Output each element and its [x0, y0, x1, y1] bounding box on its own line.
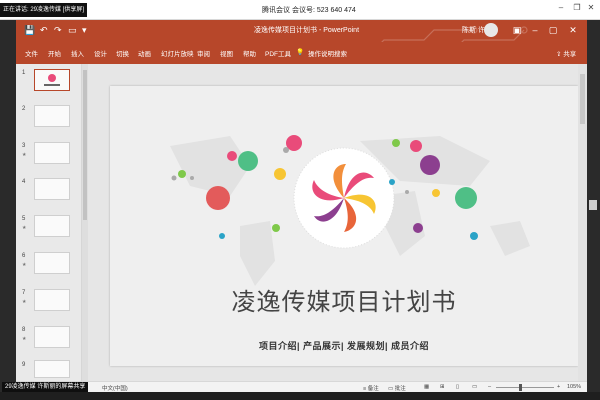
- powerpoint-window: 💾 ↶ ↷ ▭ ▾ 凌逸传媒项目计划书 - PowerPoint 陈斯 许 ▣ …: [16, 20, 587, 392]
- tab-design[interactable]: 设计: [94, 48, 107, 58]
- zoom-slider-handle[interactable]: [519, 384, 522, 391]
- status-bar: 中文(中国) ≡ 备注 ▭ 批注 ▦ ⊞ ▯ ▭ – + 105%: [16, 381, 587, 392]
- tab-pdf-tools[interactable]: PDF工具: [265, 48, 291, 58]
- customize-qat-icon[interactable]: ▾: [82, 25, 87, 36]
- notes-button[interactable]: ≡ 备注: [363, 384, 379, 392]
- language-status[interactable]: 中文(中国): [102, 384, 128, 392]
- lightbulb-icon[interactable]: 💡: [296, 48, 304, 56]
- slide-subtitle[interactable]: 项目介绍| 产品展示| 发展规划| 成员介绍: [110, 339, 578, 352]
- slide-thumbnail-7[interactable]: [34, 289, 70, 311]
- slide-artwork: [170, 135, 530, 286]
- ribbon-tabs: 文件 开始 插入 设计 切换 动画 幻灯片放映 审阅 视图 帮助 PDF工具 💡…: [16, 42, 587, 64]
- thumb-animation-icon: ★: [22, 225, 27, 231]
- thumb-number: 6: [22, 253, 26, 259]
- slide-thumbnail-6[interactable]: [34, 252, 70, 274]
- thumb-number: 4: [22, 179, 26, 185]
- slide-thumbnail-5[interactable]: [34, 215, 70, 237]
- thumb-animation-icon: ★: [22, 299, 27, 305]
- tab-slideshow[interactable]: 幻灯片放映: [161, 48, 194, 58]
- slide-thumbnail-1[interactable]: [34, 69, 70, 91]
- tab-review[interactable]: 审阅: [197, 48, 210, 58]
- tab-help[interactable]: 帮助: [243, 48, 256, 58]
- slide-thumbnail-3[interactable]: [34, 142, 70, 164]
- share-button[interactable]: ⇪ 共享: [556, 48, 576, 58]
- normal-view-icon[interactable]: ▦: [424, 384, 429, 390]
- zoom-slider[interactable]: [496, 387, 554, 388]
- thumb-number: 5: [22, 216, 26, 222]
- side-scroll-handle[interactable]: [589, 200, 597, 210]
- desktop-right-edge: [587, 20, 600, 400]
- tell-me-search[interactable]: 操作说明搜索: [308, 48, 347, 58]
- workspace: 1 2 3 ★ 4 5 ★ 6 ★ 7 ★ 8 ★ 9 凌逸传媒项目计划书 项目…: [16, 64, 587, 381]
- thumb-animation-icon: ★: [22, 336, 27, 342]
- thumb-number: 1: [22, 70, 26, 76]
- tab-view[interactable]: 视图: [220, 48, 233, 58]
- undo-icon[interactable]: ↶: [40, 25, 48, 36]
- tab-file[interactable]: 文件: [25, 48, 38, 58]
- meeting-bar: 正在讲话: 29凌逸传媒 [供享屏] 腾讯会议 会议号: 523 640 474…: [0, 0, 600, 20]
- zoom-in-icon[interactable]: +: [557, 384, 560, 390]
- tab-home[interactable]: 开始: [48, 48, 61, 58]
- thumb-number: 3: [22, 143, 26, 149]
- slide-thumbnail-4[interactable]: [34, 178, 70, 200]
- slide-scroll-thumb[interactable]: [580, 74, 585, 124]
- slide-thumbnail-8[interactable]: [34, 326, 70, 348]
- tab-insert[interactable]: 插入: [71, 48, 84, 58]
- meeting-title: 腾讯会议 会议号: 523 640 474: [262, 7, 356, 14]
- screen-share-badge: 29凌逸传媒 许斯丽的屏幕共享: [2, 382, 89, 392]
- desktop-left-edge: [0, 20, 16, 400]
- restore-icon[interactable]: ❐: [572, 3, 582, 13]
- speaking-status: 正在讲话: 29凌逸传媒 [供享屏]: [0, 3, 88, 17]
- slide-sorter-icon[interactable]: ⊞: [440, 384, 445, 390]
- reading-view-icon[interactable]: ▯: [456, 384, 459, 390]
- slide-thumbnail-9[interactable]: [34, 360, 70, 378]
- thumb-animation-icon: ★: [22, 152, 27, 158]
- save-icon[interactable]: 💾: [24, 25, 35, 36]
- thumbnail-scroll-thumb[interactable]: [83, 70, 87, 220]
- document-title: 凌逸传媒项目计划书 - PowerPoint: [254, 27, 360, 34]
- minimize-icon[interactable]: –: [556, 3, 566, 13]
- zoom-out-icon[interactable]: –: [488, 384, 491, 390]
- slide-canvas[interactable]: 凌逸传媒项目计划书 项目介绍| 产品展示| 发展规划| 成员介绍: [110, 86, 578, 366]
- zoom-level[interactable]: 105%: [567, 384, 581, 390]
- thumb-animation-icon: ★: [22, 262, 27, 268]
- thumb-number: 8: [22, 327, 26, 333]
- thumb-number: 2: [22, 106, 26, 112]
- share-label: 共享: [563, 51, 577, 58]
- close-window-icon[interactable]: ✕: [566, 23, 580, 37]
- bottom-strip: [0, 392, 600, 400]
- thumb-number: 7: [22, 290, 26, 296]
- slide-thumbnail-2[interactable]: [34, 105, 70, 127]
- slide-thumbnail-pane[interactable]: 1 2 3 ★ 4 5 ★ 6 ★ 7 ★ 8 ★ 9: [16, 64, 82, 381]
- start-slideshow-icon[interactable]: ▭: [68, 25, 77, 36]
- tab-animations[interactable]: 动画: [138, 48, 151, 58]
- slide-title[interactable]: 凌逸传媒项目计划书: [110, 282, 578, 317]
- slideshow-view-icon[interactable]: ▭: [472, 384, 477, 390]
- tab-transitions[interactable]: 切换: [116, 48, 129, 58]
- close-icon[interactable]: ✕: [586, 3, 596, 13]
- comments-button[interactable]: ▭ 批注: [388, 384, 406, 392]
- thumb-number: 9: [22, 362, 26, 368]
- redo-icon[interactable]: ↷: [54, 25, 62, 36]
- thumb-preview: [44, 74, 60, 86]
